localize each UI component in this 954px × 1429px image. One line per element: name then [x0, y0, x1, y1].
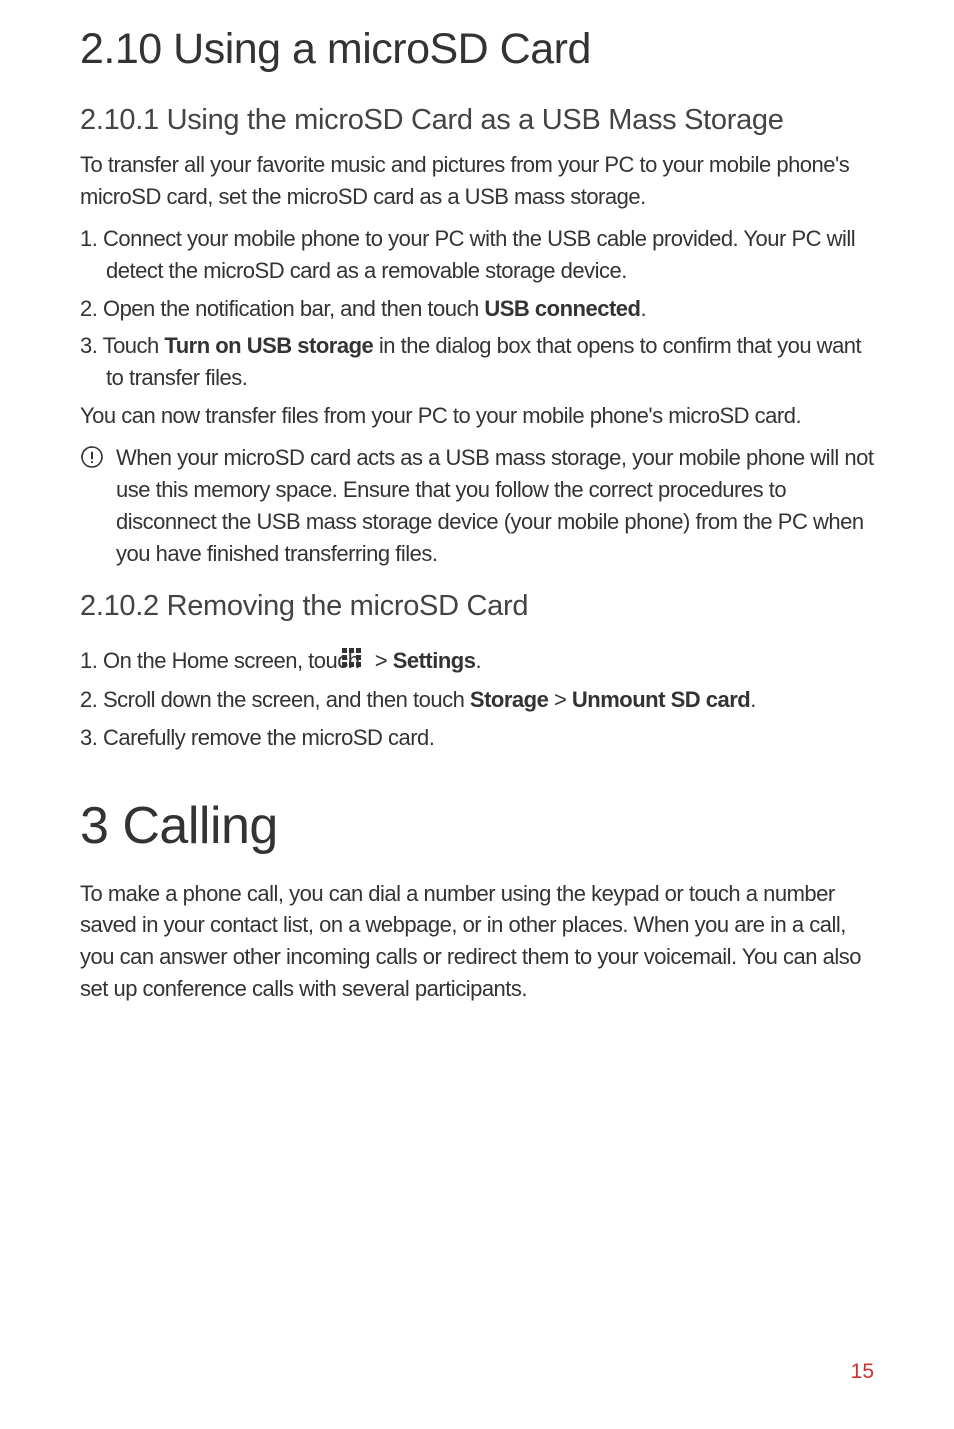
step-2b-mid: >: [548, 687, 572, 712]
page-number: 15: [851, 1360, 874, 1384]
step-2b-prefix: 2. Scroll down the screen, and then touc…: [80, 687, 470, 712]
step-3-prefix: 3. Touch: [80, 333, 164, 358]
note-text: When your microSD card acts as a USB mas…: [116, 442, 874, 570]
step-1b-mid: >: [369, 648, 393, 673]
step-1b-prefix: 1. On the Home screen, touch: [80, 648, 365, 673]
step-2b: 2. Scroll down the screen, and then touc…: [80, 684, 874, 716]
step-2-suffix: .: [640, 296, 646, 321]
step-1: 1. Connect your mobile phone to your PC …: [80, 223, 874, 287]
step-1b-ui-label: Settings: [393, 648, 476, 673]
step-1b: 1. On the Home screen, touch > Settings.: [80, 645, 874, 678]
chapter-title-3: 3 Calling: [80, 796, 874, 856]
intro-paragraph: To transfer all your favorite music and …: [80, 149, 874, 213]
step-1b-suffix: .: [475, 648, 481, 673]
after-steps-paragraph: You can now transfer files from your PC …: [80, 400, 874, 432]
warning-icon: [80, 442, 116, 474]
step-2-prefix: 2. Open the notification bar, and then t…: [80, 296, 484, 321]
step-2-ui-label: USB connected: [484, 296, 640, 321]
section-title-2-10-1: 2.10.1 Using the microSD Card as a USB M…: [80, 104, 874, 137]
note-block: When your microSD card acts as a USB mas…: [80, 442, 874, 570]
step-3-ui-label: Turn on USB storage: [164, 333, 373, 358]
step-2: 2. Open the notification bar, and then t…: [80, 293, 874, 325]
chapter-3-intro: To make a phone call, you can dial a num…: [80, 878, 874, 1006]
section-title-2-10-2: 2.10.2 Removing the microSD Card: [80, 590, 874, 623]
step-2b-suffix: .: [750, 687, 756, 712]
step-3b: 3. Carefully remove the microSD card.: [80, 722, 874, 754]
document-page: 2.10 Using a microSD Card 2.10.1 Using t…: [0, 0, 954, 1429]
section-title-2-10: 2.10 Using a microSD Card: [80, 25, 874, 74]
step-3: 3. Touch Turn on USB storage in the dial…: [80, 330, 874, 394]
step-2b-ui-label-1: Storage: [470, 687, 548, 712]
step-2b-ui-label-2: Unmount SD card: [572, 687, 750, 712]
